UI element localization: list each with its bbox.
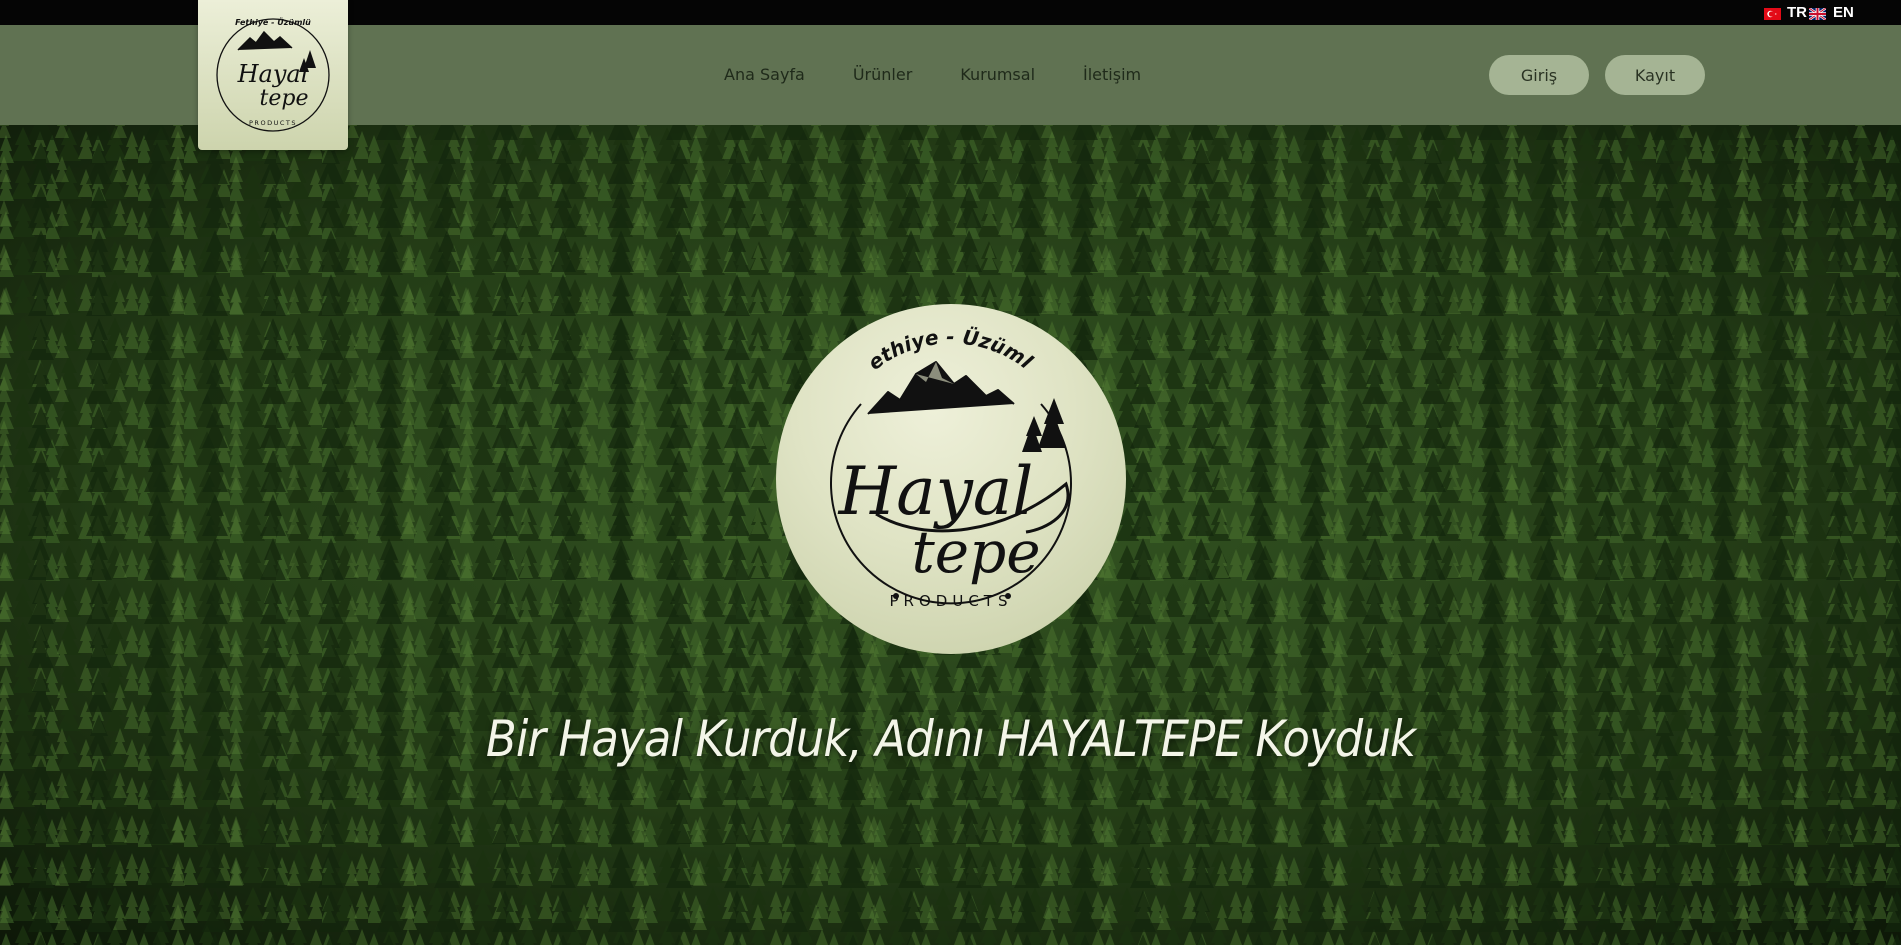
register-button[interactable]: Kayıt	[1605, 55, 1705, 95]
language-en-link[interactable]: EN	[1808, 3, 1854, 22]
language-en-label: EN	[1833, 4, 1854, 21]
hero-tagline: Bir Hayal Kurduk, Adını HAYALTEPE Koyduk	[485, 710, 1416, 768]
hero-section: Hayal tepe Fethiye - Üzümlü PRODUCTS Bir…	[0, 125, 1901, 945]
svg-text:Fethiye - Üzümlü: Fethiye - Üzümlü	[235, 17, 311, 27]
language-tr-link[interactable]: TR	[1764, 3, 1807, 22]
svg-text:PRODUCTS: PRODUCTS	[249, 119, 297, 127]
nav-item-products[interactable]: Ürünler	[853, 65, 912, 84]
svg-text:Fethiye - Üzümlü: Fethiye - Üzümlü	[776, 304, 1038, 375]
turkey-flag-icon	[1764, 7, 1781, 20]
nav-menu: Ana Sayfa Ürünler Kurumsal İletişim	[724, 65, 1141, 84]
site-logo[interactable]: Hayal tepe Fethiye - Üzümlü PRODUCTS	[198, 0, 348, 150]
svg-text:tepe: tepe	[260, 86, 309, 111]
nav-item-corporate[interactable]: Kurumsal	[960, 65, 1035, 84]
hero-logo-emblem: Hayal tepe Fethiye - Üzümlü PRODUCTS	[776, 304, 1126, 654]
hayaltepe-logo-icon: Hayal tepe Fethiye - Üzümlü PRODUCTS	[216, 17, 330, 132]
login-button[interactable]: Giriş	[1489, 55, 1589, 95]
uk-flag-icon	[1808, 6, 1827, 21]
nav-item-home[interactable]: Ana Sayfa	[724, 65, 805, 84]
nav-item-contact[interactable]: İletişim	[1083, 65, 1141, 84]
svg-text:Hayal: Hayal	[237, 60, 309, 88]
language-tr-label: TR	[1787, 4, 1807, 21]
svg-text:PRODUCTS: PRODUCTS	[890, 592, 1013, 610]
hayaltepe-logo-large-icon: Hayal tepe Fethiye - Üzümlü PRODUCTS	[776, 304, 1072, 610]
